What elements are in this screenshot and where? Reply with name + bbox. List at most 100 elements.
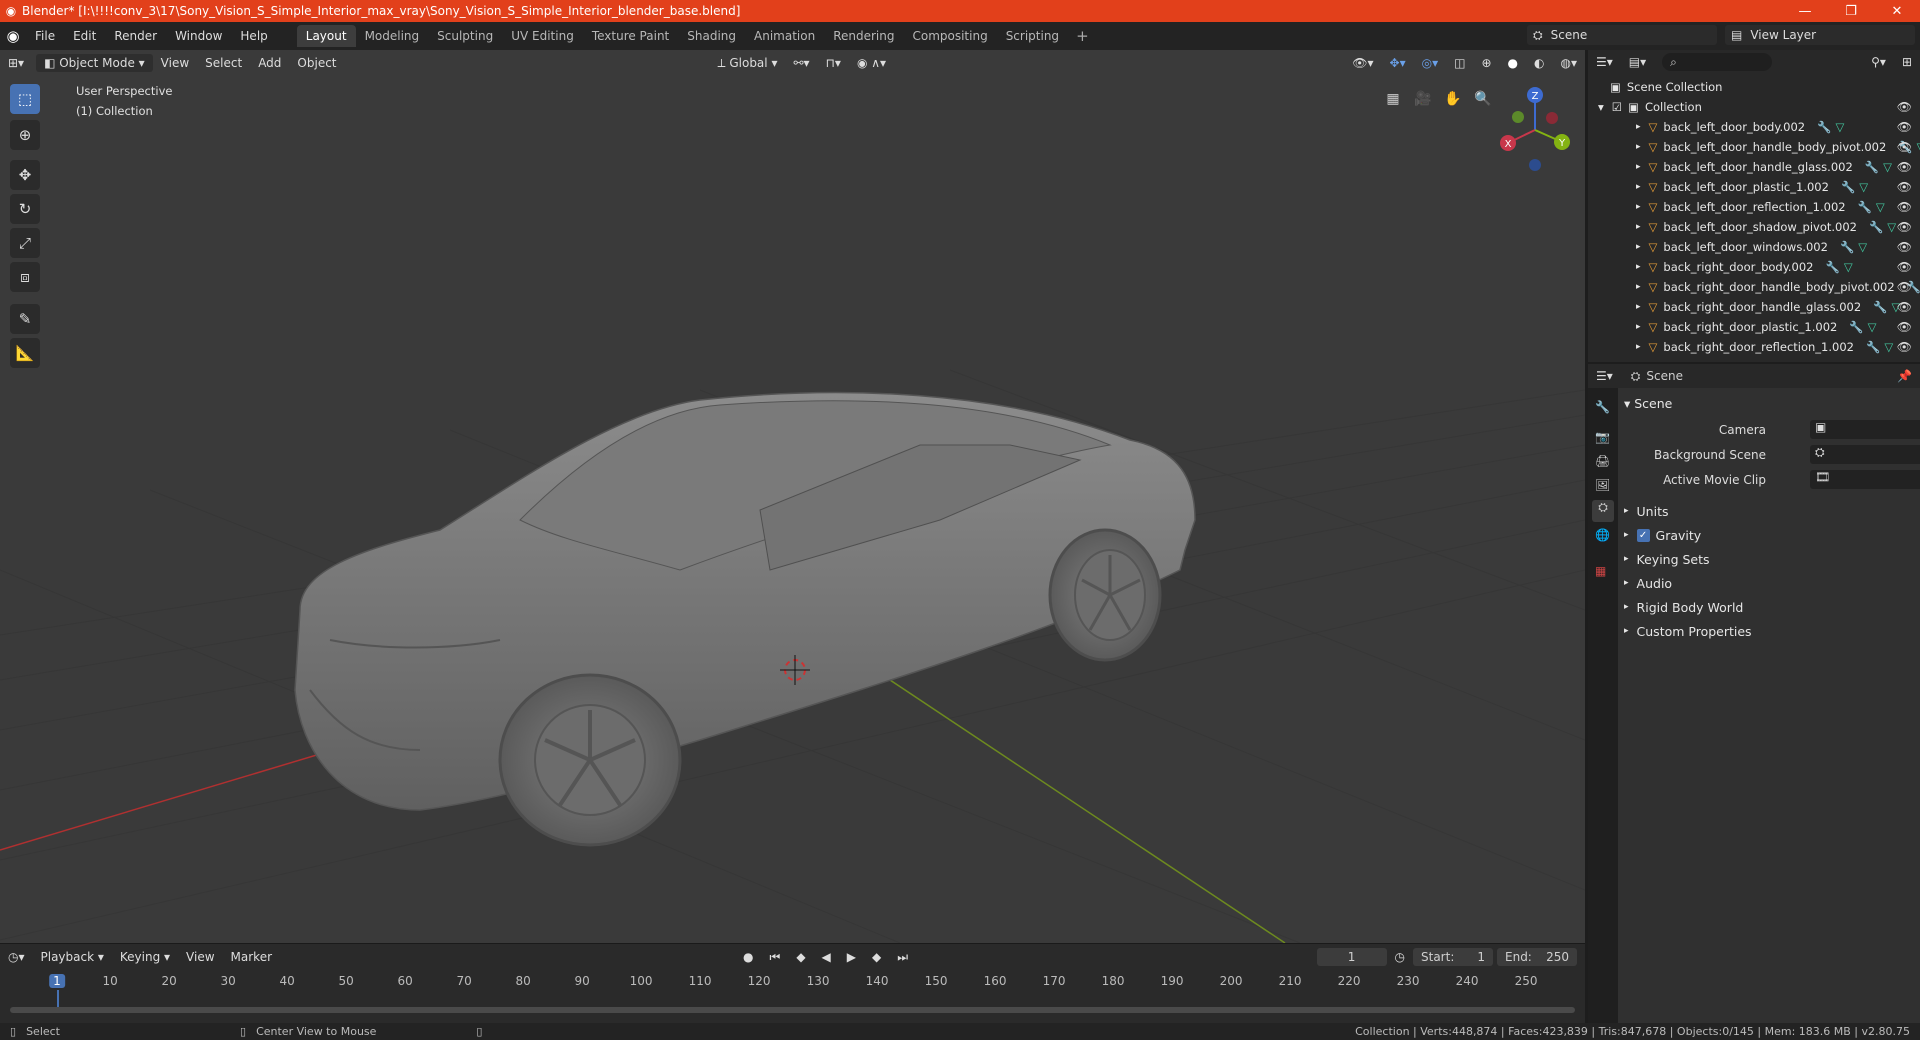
tab-compositing[interactable]: Compositing <box>903 25 996 47</box>
snap-icon[interactable]: ⊓▾ <box>818 54 849 72</box>
outliner-item[interactable]: ▸ ▽ back_left_door_reflection_1.002 🔧 ▽ 👁 <box>1588 197 1920 217</box>
menu-keying[interactable]: Keying ▾ <box>112 948 178 966</box>
play-icon[interactable]: ▶ <box>839 948 864 966</box>
menu-object[interactable]: Object <box>289 54 344 72</box>
checkbox-icon[interactable]: ☑ <box>1612 100 1622 114</box>
eye-icon[interactable]: 👁 <box>1897 200 1912 214</box>
new-collection-icon[interactable]: ⊞ <box>1894 53 1920 71</box>
view-layer-tab-icon[interactable]: 🖼 <box>1595 478 1610 492</box>
expand-arrow-icon[interactable]: ▸ <box>1636 262 1641 272</box>
tab-scripting[interactable]: Scripting <box>997 25 1068 47</box>
eye-icon[interactable]: 👁 <box>1897 220 1912 234</box>
expand-arrow-icon[interactable]: ▸ <box>1636 122 1641 132</box>
eye-icon[interactable]: 👁 <box>1897 340 1912 354</box>
3d-viewport[interactable]: ⊞▾ ◧ Object Mode ▾ View Select Add Objec… <box>0 50 1585 943</box>
expand-arrow-icon[interactable]: ▾ <box>1598 100 1604 114</box>
eye-icon[interactable]: 👁 <box>1897 280 1912 294</box>
expand-arrow-icon[interactable]: ▸ <box>1636 142 1641 152</box>
menu-window[interactable]: Window <box>166 29 231 43</box>
end-frame-field[interactable]: End: 250 <box>1497 948 1577 966</box>
eye-icon[interactable]: 👁 <box>1897 240 1912 254</box>
pivot-point-icon[interactable]: ⚯▾ <box>785 54 817 72</box>
proportional-editing-icon[interactable]: ◉ ∧▾ <box>849 54 894 72</box>
timeline-scrollbar[interactable] <box>10 1007 1575 1013</box>
outliner-scene-collection[interactable]: ▣ Scene Collection <box>1588 77 1920 97</box>
camera-view-icon[interactable]: 🎥 <box>1410 86 1436 112</box>
play-reverse-icon[interactable]: ◀ <box>814 948 839 966</box>
texture-tab-icon[interactable]: ▦ <box>1595 564 1606 578</box>
gizmo-neg-y[interactable] <box>1512 111 1524 123</box>
tab-sculpting[interactable]: Sculpting <box>428 25 502 47</box>
menu-timeline-view[interactable]: View <box>178 948 222 966</box>
blender-logo-icon[interactable]: ◉ <box>0 27 26 45</box>
xray-toggle-icon[interactable]: ◫ <box>1446 54 1473 72</box>
outliner-item[interactable]: ▸ ▽ back_right_door_handle_glass.002 🔧 ▽ 👁 <box>1588 297 1920 317</box>
frame-ruler[interactable]: 1 10 20 30 40 50 60 70 80 90 100 110 120 130 140 150 160… <box>0 972 1585 1010</box>
cursor-tool-icon[interactable]: ⊕ <box>10 120 40 150</box>
panel-audio[interactable]: ▸ Audio <box>1624 573 1914 593</box>
tab-rendering[interactable]: Rendering <box>824 25 903 47</box>
collapse-arrow-icon[interactable]: ▸ <box>1624 626 1629 636</box>
jump-end-icon[interactable]: ⏭ <box>889 948 916 967</box>
eye-icon[interactable]: 👁 <box>1897 160 1912 174</box>
shading-rendered-icon[interactable]: ◍▾ <box>1553 54 1586 72</box>
eye-icon[interactable]: 👁 <box>1897 180 1912 194</box>
eye-icon[interactable]: 👁 <box>1897 260 1912 274</box>
camera-field[interactable]: ▣✒ <box>1810 420 1920 439</box>
panel-keying-sets[interactable]: ▸ Keying Sets <box>1624 549 1914 569</box>
annotate-tool-icon[interactable]: ✎ <box>10 304 40 334</box>
properties-editor[interactable]: ☰▾ ⛭ Scene 📌 🔧 📷 🖨 🖼 ⛭ 🌐 ▦ ▾ Scene Camer… <box>1588 364 1920 1023</box>
collapse-arrow-icon[interactable]: ▸ <box>1624 506 1629 516</box>
tab-texture-paint[interactable]: Texture Paint <box>583 25 678 47</box>
close-button[interactable]: ✕ <box>1874 4 1920 19</box>
outliner-item[interactable]: ▸ ▽ back_right_door_reflection_1.002 🔧 ▽ 👁 <box>1588 337 1920 357</box>
display-mode-icon[interactable]: ▤▾ <box>1621 53 1654 71</box>
menu-help[interactable]: Help <box>231 29 276 43</box>
outliner-item[interactable]: ▸ ▽ back_right_door_handle_body_pivot.002 🔧… <box>1588 277 1920 297</box>
expand-arrow-icon[interactable]: ▸ <box>1636 202 1641 212</box>
scene-panel-header[interactable]: ▾ Scene <box>1624 396 1672 411</box>
expand-arrow-icon[interactable]: ▸ <box>1636 342 1641 352</box>
transform-orientation-dropdown[interactable]: ⟂ Global ▾ <box>710 54 786 73</box>
shading-solid-icon[interactable]: ● <box>1500 54 1526 72</box>
gizmo-toggle-icon[interactable]: ✥▾ <box>1382 54 1414 72</box>
collapse-arrow-icon[interactable]: ▸ <box>1624 578 1629 588</box>
scene-tab-icon[interactable]: ⛭ <box>1592 500 1614 522</box>
mode-dropdown[interactable]: ◧ Object Mode ▾ <box>36 54 153 72</box>
gizmo-neg-z[interactable] <box>1529 159 1541 171</box>
eye-icon[interactable]: 👁 <box>1897 100 1912 114</box>
rotate-tool-icon[interactable]: ↻ <box>10 194 40 224</box>
record-icon[interactable]: ● <box>735 948 761 966</box>
gravity-checkbox-icon[interactable]: ✓ <box>1636 528 1650 542</box>
visibility-icon[interactable]: 👁▾ <box>1344 54 1381 72</box>
outliner-search-field[interactable]: ⌕ <box>1662 53 1773 71</box>
minimize-button[interactable]: — <box>1782 4 1828 19</box>
overlay-toggle-icon[interactable]: ◎▾ <box>1414 54 1447 72</box>
world-tab-icon[interactable]: 🌐 <box>1595 528 1610 542</box>
properties-editor-type-icon[interactable]: ☰▾ <box>1588 367 1621 385</box>
menu-marker[interactable]: Marker <box>223 948 280 966</box>
outliner-item[interactable]: ▸ ▽ back_left_door_handle_glass.002 🔧 ▽ 👁 <box>1588 157 1920 177</box>
tab-shading[interactable]: Shading <box>678 25 745 47</box>
scale-tool-icon[interactable]: ⤢ <box>10 228 40 258</box>
menu-render[interactable]: Render <box>105 29 166 43</box>
toggle-camera-icon[interactable]: ▦ <box>1380 86 1406 112</box>
measure-tool-icon[interactable]: 📐 <box>10 338 40 368</box>
expand-arrow-icon[interactable]: ▸ <box>1636 242 1641 252</box>
outliner-item[interactable]: ▸ ▽ back_left_door_shadow_pivot.002 🔧 ▽ 👁 <box>1588 217 1920 237</box>
start-frame-field[interactable]: Start: 1 <box>1413 948 1493 966</box>
collapse-arrow-icon[interactable]: ▸ <box>1624 602 1629 612</box>
eye-icon[interactable]: 👁 <box>1897 140 1912 154</box>
filter-icon[interactable]: ⚲▾ <box>1863 53 1894 71</box>
panel-custom-properties[interactable]: ▸ Custom Properties <box>1624 621 1914 641</box>
expand-arrow-icon[interactable]: ▸ <box>1636 222 1641 232</box>
collapse-arrow-icon[interactable]: ▸ <box>1624 554 1629 564</box>
shading-wireframe-icon[interactable]: ⊕ <box>1473 54 1499 72</box>
prev-keyframe-icon[interactable]: ◆ <box>788 948 813 966</box>
eye-icon[interactable]: 👁 <box>1897 120 1912 134</box>
tab-layout[interactable]: Layout <box>296 25 356 47</box>
current-frame-field[interactable]: 1 <box>1316 948 1387 966</box>
panel-units[interactable]: ▸ Units <box>1624 501 1914 521</box>
menu-edit[interactable]: Edit <box>64 29 105 43</box>
view-layer-selector[interactable]: ▤ View Layer <box>1725 25 1915 45</box>
